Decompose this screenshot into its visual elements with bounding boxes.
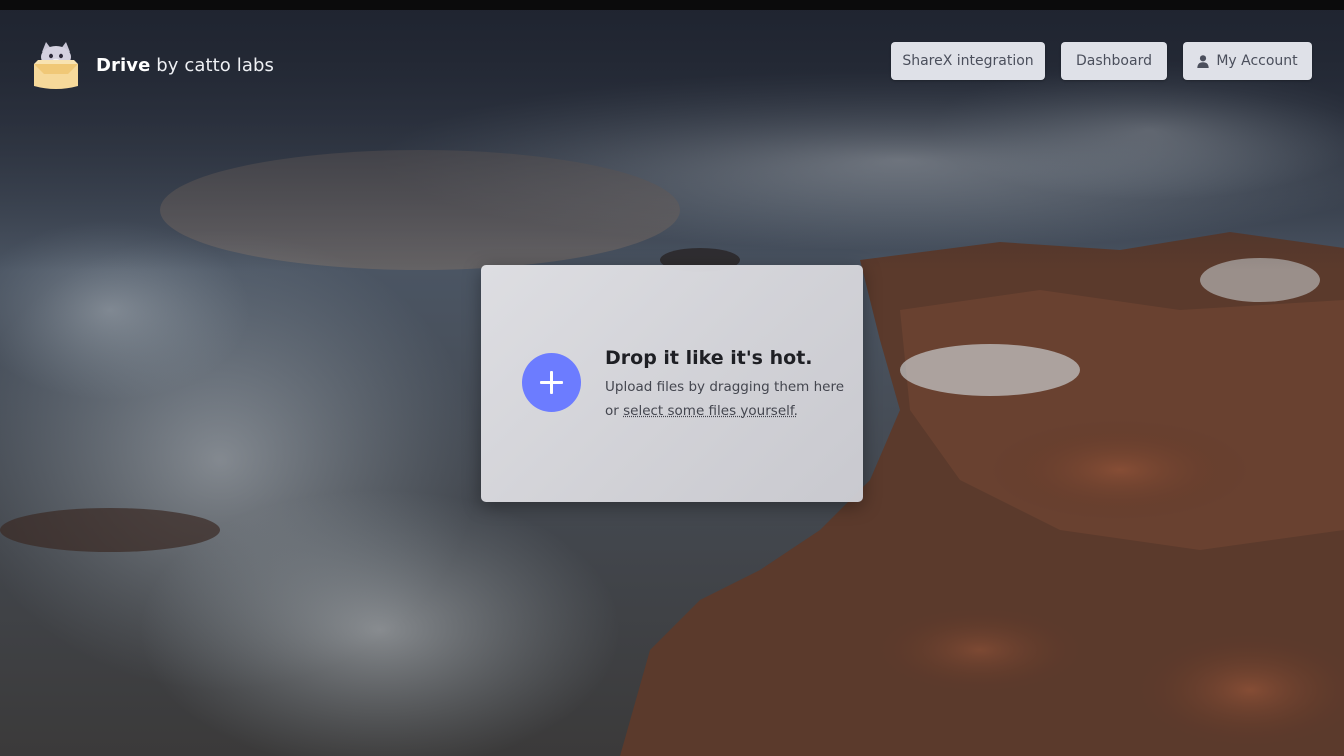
header: Drive by catto labs ShareX integration D…: [0, 10, 1344, 100]
top-strip: [0, 0, 1344, 10]
dashboard-button[interactable]: Dashboard: [1061, 42, 1167, 80]
plus-icon[interactable]: [522, 353, 581, 412]
brand-name: Drive: [96, 55, 151, 76]
brand-suffix: by catto labs: [156, 55, 274, 76]
sharex-integration-label: ShareX integration: [902, 53, 1034, 69]
dashboard-label: Dashboard: [1076, 53, 1152, 69]
upload-dropzone[interactable]: Drop it like it's hot. Upload files by d…: [481, 265, 863, 502]
user-icon: [1197, 54, 1210, 68]
dropzone-alternative: or select some files yourself.: [605, 403, 798, 419]
my-account-label: My Account: [1216, 53, 1298, 69]
sharex-integration-button[interactable]: ShareX integration: [891, 42, 1045, 80]
select-files-link[interactable]: select some files yourself.: [623, 403, 798, 419]
dropzone-instructions: Upload files by dragging them here: [605, 379, 845, 395]
cat-in-box-icon[interactable]: [30, 40, 82, 92]
brand-title[interactable]: Drive by catto labs: [96, 55, 274, 76]
my-account-button[interactable]: My Account: [1183, 42, 1312, 80]
dropzone-or-text: or: [605, 403, 624, 419]
dropzone-title: Drop it like it's hot.: [605, 347, 813, 369]
